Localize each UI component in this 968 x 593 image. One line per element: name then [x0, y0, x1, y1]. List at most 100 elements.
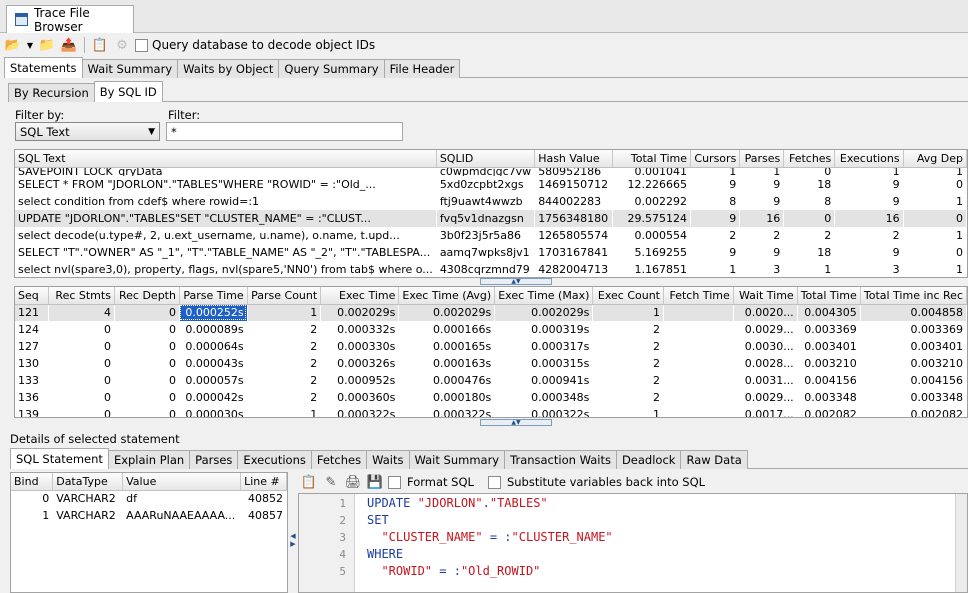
col-sql-text[interactable]: SQL Text: [15, 150, 437, 168]
tab-statements[interactable]: Statements: [4, 57, 83, 78]
folder-add-icon[interactable]: 📁: [38, 36, 56, 54]
col-total-time[interactable]: Total Time: [612, 150, 691, 168]
tab-waits-by-object[interactable]: Waits by Object: [177, 59, 280, 78]
splitter-left-icon[interactable]: ◀: [290, 532, 295, 540]
table-cell[interactable]: 0.000252s: [179, 304, 248, 321]
horizontal-splitter-lower[interactable]: ▲▼: [480, 419, 552, 426]
horizontal-splitter[interactable]: ▲▼: [480, 278, 552, 285]
tab-by-sql-id[interactable]: By SQL ID: [93, 81, 163, 102]
table-row[interactable]: 136 0 0 0.000042s 2 0.000360s 0.000180s 0.00034…: [15, 389, 967, 406]
table-row[interactable]: 130 0 0 0.000043s 2 0.000326s 0.000163s 0.00031…: [15, 355, 967, 372]
edit-icon[interactable]: ✎: [322, 473, 340, 491]
col-fetches[interactable]: Fetches: [783, 150, 836, 168]
col-hash-value[interactable]: Hash Value: [534, 150, 614, 168]
table-row[interactable]: 121 4 0 0.000252s 1 0.002029s 0.002029s 0.00202…: [15, 304, 967, 321]
dropdown-icon[interactable]: ▼: [26, 36, 34, 54]
sql-keyword: .: [482, 496, 490, 510]
export-icon[interactable]: 📤: [60, 36, 78, 54]
col-cursors[interactable]: Cursors: [690, 150, 741, 168]
substitute-variables-checkbox[interactable]: [487, 475, 501, 489]
settings-icon[interactable]: ⚙: [113, 36, 131, 54]
tab-parses[interactable]: Parses: [189, 450, 239, 469]
col-exec-count[interactable]: Exec Count: [592, 287, 664, 305]
tab-wait-summary-detail[interactable]: Wait Summary: [408, 450, 506, 469]
splitter-grip-icon[interactable]: ▲▼: [480, 278, 552, 285]
col-sqlid[interactable]: SQLID: [436, 150, 536, 168]
table-cell: 40852: [248, 492, 283, 506]
col-bind[interactable]: Bind: [11, 473, 54, 491]
col-exec-time-avg[interactable]: Exec Time (Avg): [398, 287, 496, 305]
tab-file-header[interactable]: File Header: [383, 59, 461, 78]
col-parse-count[interactable]: Parse Count: [247, 287, 322, 305]
col-rec-depth[interactable]: Rec Depth: [114, 287, 180, 305]
col-rec-stmts[interactable]: Rec Stmts: [48, 287, 115, 305]
tab-transaction-waits[interactable]: Transaction Waits: [504, 450, 617, 469]
table-cell: 1: [892, 167, 900, 176]
col-total-time-inc-rec[interactable]: Total Time inc Rec: [860, 287, 967, 305]
vertical-splitter[interactable]: ◀ ▶: [290, 472, 296, 593]
tab-query-summary[interactable]: Query Summary: [278, 59, 385, 78]
filter-by-select[interactable]: SQL Text ▼: [15, 122, 160, 141]
tab-deadlock[interactable]: Deadlock: [615, 450, 682, 469]
table-row[interactable]: SELECT "T"."OWNER" AS "_1", "T"."TABLE_N…: [15, 244, 967, 261]
open-folder-icon[interactable]: 📂: [4, 36, 22, 54]
table-cell: 0.000064s: [185, 340, 244, 353]
table-cell: 0.002082: [804, 408, 857, 418]
table-row[interactable]: 127 0 0 0.000064s 2 0.000330s 0.000165s 0.00031…: [15, 338, 967, 355]
table-row[interactable]: 1 VARCHAR2 AAARuNAAEAAAA... 40857: [11, 507, 287, 524]
save-icon[interactable]: 💾: [366, 473, 384, 491]
col-exec-time[interactable]: Exec Time: [320, 287, 400, 305]
table-cell: 0: [168, 340, 176, 353]
col-wait-time[interactable]: Wait Time: [733, 287, 798, 305]
sql-editor[interactable]: 1 2 3 4 5 UPDATE "JDORLON"."TABLES" SET "CLUS…: [298, 493, 968, 593]
tab-by-recursion[interactable]: By Recursion: [8, 83, 95, 102]
table-row[interactable]: 124 0 0 0.000089s 2 0.000332s 0.000166s 0.00031…: [15, 321, 967, 338]
table-cell: 0.000348s: [531, 391, 590, 404]
col-datatype[interactable]: DataType: [52, 473, 124, 491]
copy-icon[interactable]: 📋: [300, 473, 318, 491]
table-row[interactable]: UPDATE "JDORLON"."TABLES"SET "CLUSTER_NA…: [15, 209, 967, 227]
tab-fetches[interactable]: Fetches: [310, 450, 368, 469]
splitter-grip-icon[interactable]: ▲▼: [480, 419, 552, 426]
table-cell: [664, 321, 734, 338]
col-total-time[interactable]: Total Time: [797, 287, 861, 305]
table-row[interactable]: select nvl(spare3,0), property, flags, n…: [15, 261, 967, 278]
tab-explain-plan[interactable]: Explain Plan: [107, 450, 191, 469]
table-row[interactable]: SAVEPOINT LOCK_qryData c0wpmdcjgc7vw 58095…: [15, 167, 967, 176]
col-executions[interactable]: Executions: [834, 150, 904, 168]
table-row[interactable]: SELECT * FROM "JDORLON"."TABLES"WHERE "R…: [15, 176, 967, 193]
toolbar: 📂 ▼ 📁 📤 📋 ⚙ Query database to decode obj…: [0, 34, 968, 56]
filter-input[interactable]: [166, 122, 403, 141]
tab-executions[interactable]: Executions: [237, 450, 312, 469]
table-row[interactable]: 0 VARCHAR2 df 40852: [11, 490, 287, 507]
table-cell: 0.000330s: [337, 340, 396, 353]
tab-waits[interactable]: Waits: [366, 450, 410, 469]
tab-raw-data[interactable]: Raw Data: [680, 450, 748, 469]
table-row[interactable]: select condition from cdef$ where rowid=…: [15, 193, 967, 210]
document-tab[interactable]: Trace File Browser: [6, 5, 134, 34]
decode-checkbox[interactable]: [135, 38, 148, 52]
splitter-right-icon[interactable]: ▶: [290, 540, 295, 548]
copy-icon[interactable]: 📋: [91, 36, 109, 54]
col-avg-dep[interactable]: Avg Dep: [903, 150, 967, 168]
col-fetch-time[interactable]: Fetch Time: [663, 287, 734, 305]
format-sql-checkbox[interactable]: [388, 475, 401, 489]
table-cell: 0.004305: [797, 304, 861, 321]
col-parses[interactable]: Parses: [739, 150, 785, 168]
col-parse-time[interactable]: Parse Time: [179, 287, 248, 305]
table-row[interactable]: 139 0 0 0.000030s 1 0.000322s 0.000322s 0.00032…: [15, 406, 967, 418]
table-cell: c0wpmdcjgc7vw: [439, 167, 532, 176]
col-exec-time-max[interactable]: Exec Time (Max): [494, 287, 594, 305]
print-icon[interactable]: 🖨: [344, 473, 362, 491]
tab-wait-summary[interactable]: Wait Summary: [81, 59, 179, 78]
editor-scrollbar[interactable]: [955, 494, 967, 592]
col-line-number[interactable]: Line #: [240, 473, 287, 491]
table-cell: 16: [834, 209, 904, 227]
table-row[interactable]: select decode(u.type#, 2, u.ext_username…: [15, 227, 967, 244]
table-cell: select decode(u.type#, 2, u.ext_username…: [18, 228, 400, 242]
table-row[interactable]: 133 0 0 0.000057s 2 0.000952s 0.000476s 0.00094…: [15, 372, 967, 389]
col-value[interactable]: Value: [122, 473, 242, 491]
tab-sql-statement[interactable]: SQL Statement: [10, 448, 109, 469]
col-seq[interactable]: Seq: [15, 287, 49, 305]
table-cell: 1703167841: [538, 245, 609, 259]
